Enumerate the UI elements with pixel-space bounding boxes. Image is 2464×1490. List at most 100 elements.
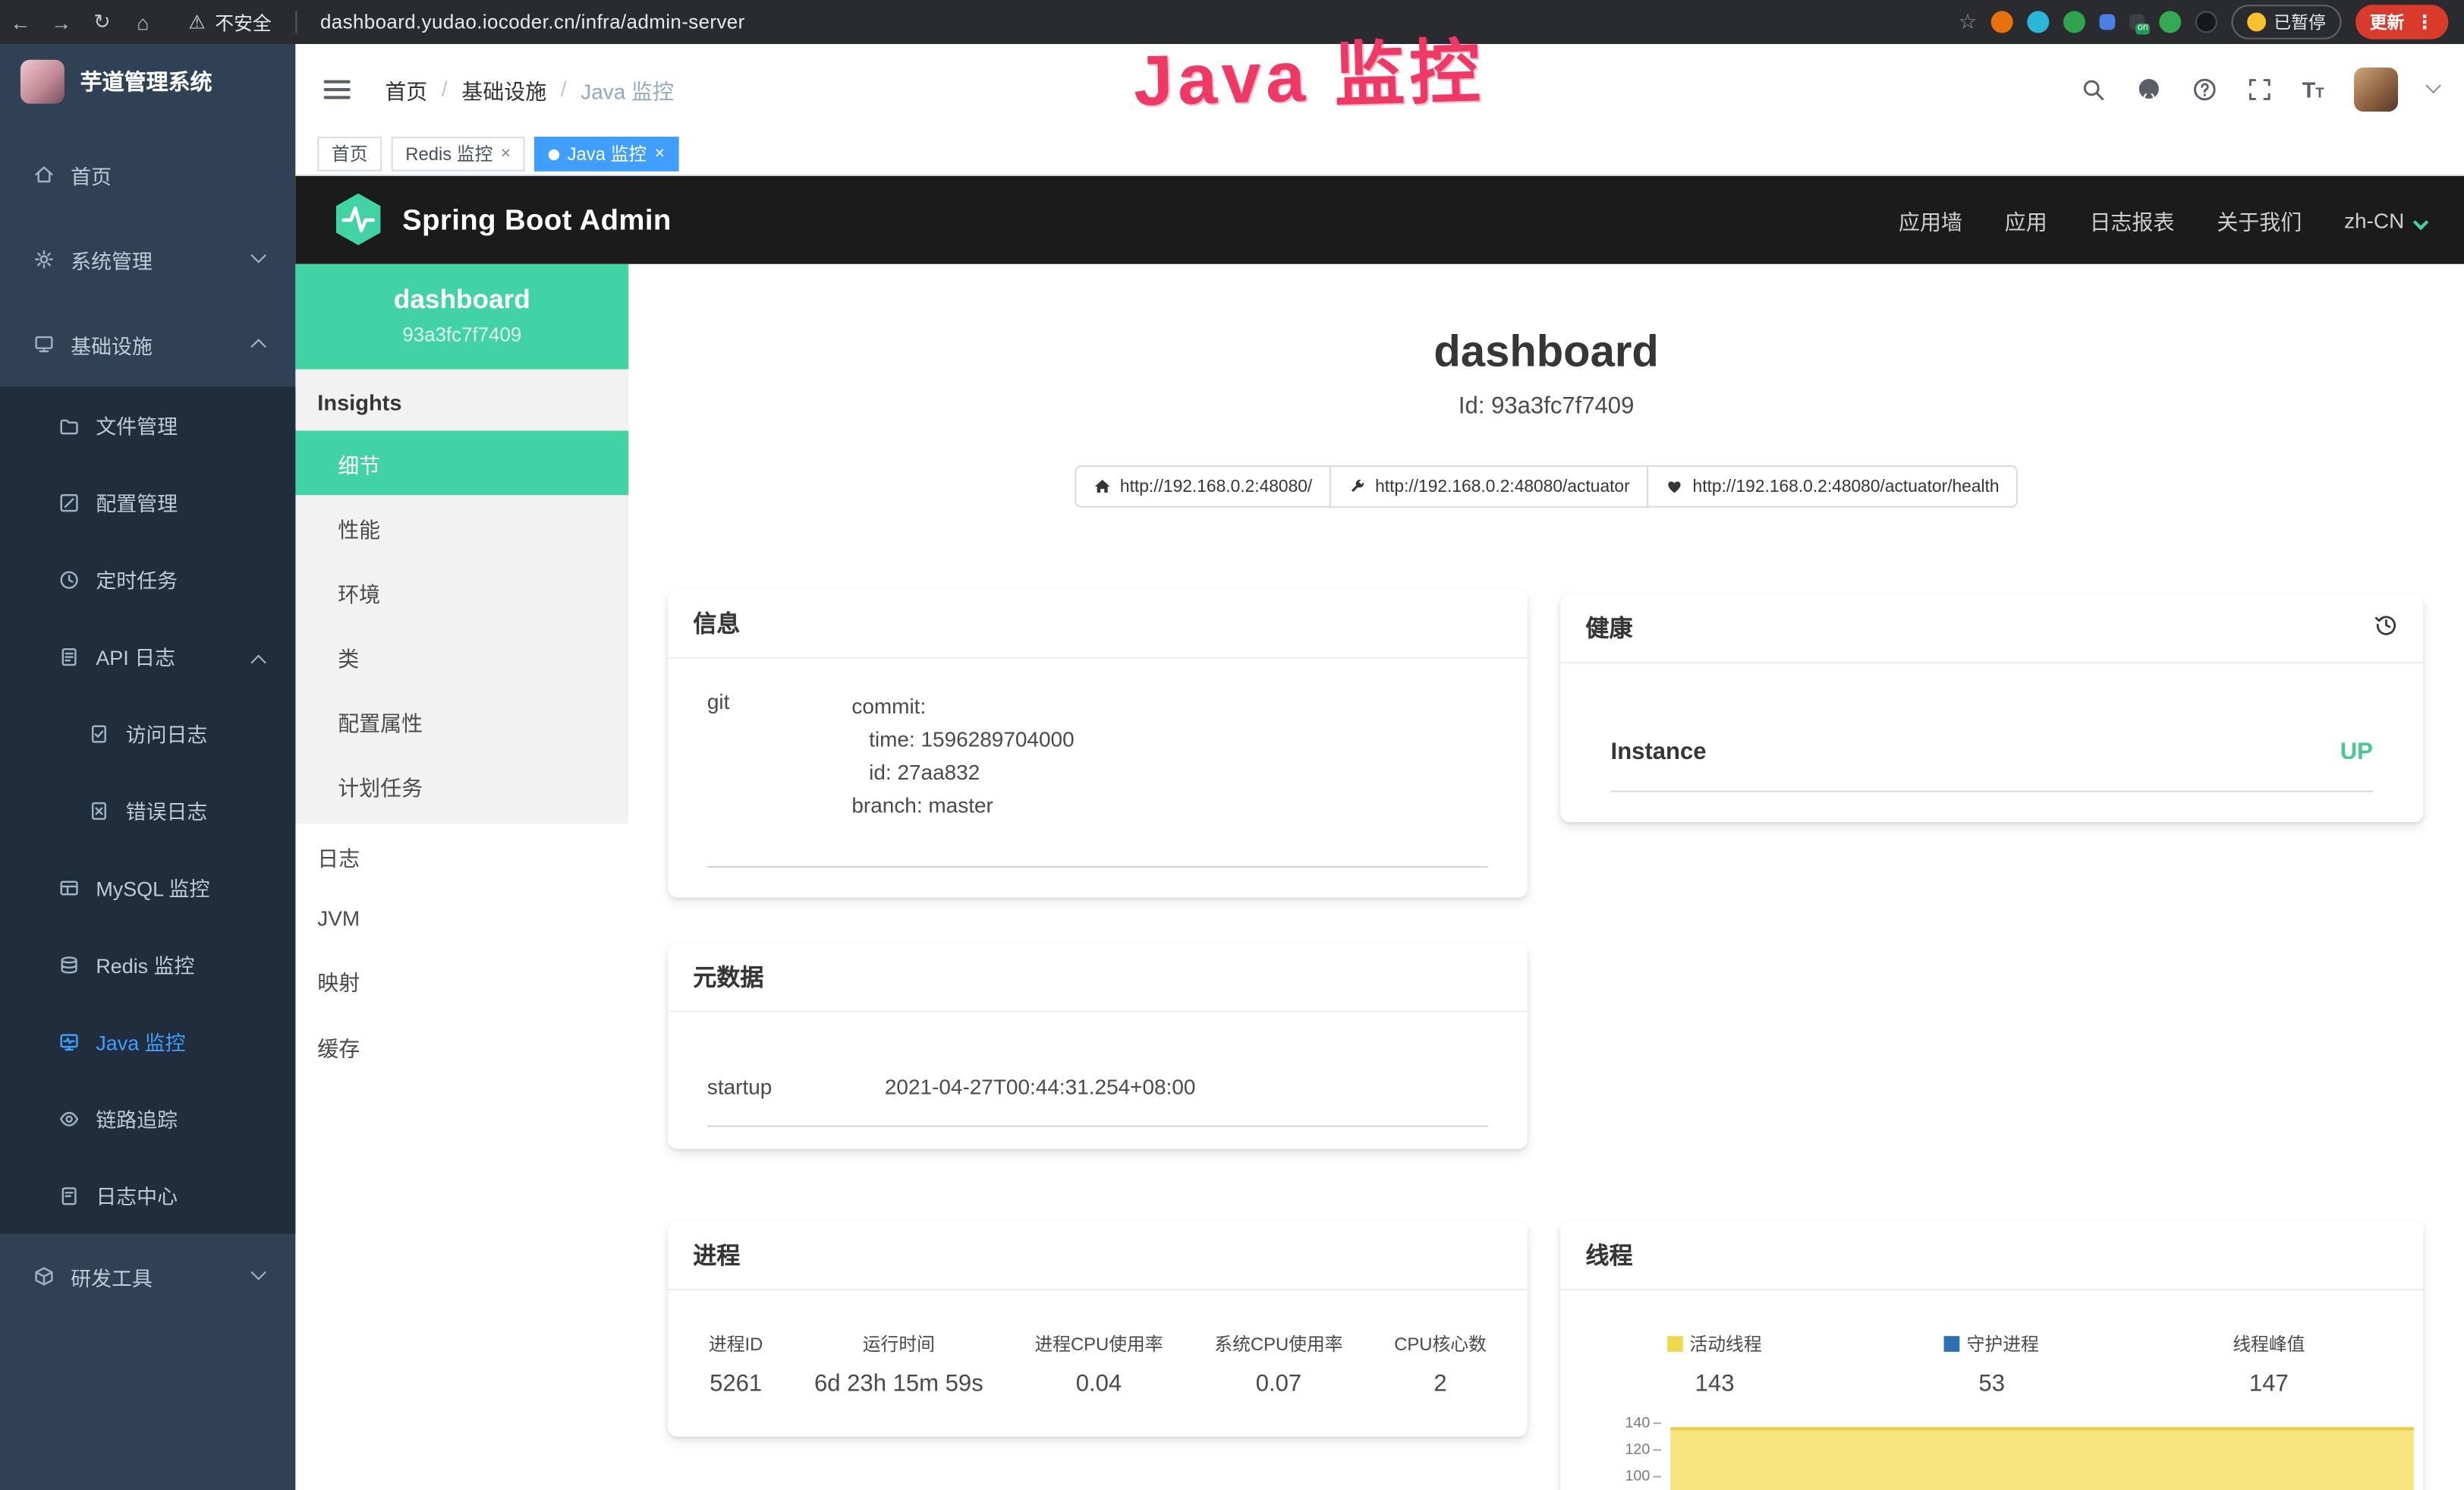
menu-item-details[interactable]: 细节 — [295, 430, 628, 495]
sba-nav-journal[interactable]: 日志报表 — [2090, 204, 2175, 235]
live-threads-area — [1670, 1427, 2413, 1490]
menu-item-performance[interactable]: 性能 — [295, 495, 628, 559]
forward-icon[interactable]: → — [41, 10, 82, 33]
tab-java-monitor[interactable]: Java 监控× — [534, 137, 678, 172]
instance-title: dashboard — [628, 327, 2464, 377]
paused-badge[interactable]: 已暂停 — [2232, 5, 2342, 39]
tags-bar: 首页 Redis 监控× Java 监控× — [295, 134, 2464, 176]
sidebar-item-tracing[interactable]: 链路追踪 — [0, 1080, 295, 1157]
process-metrics: 进程ID 5261 运行时间 6d 23h 15m 59s 进程CPU使用率 0… — [668, 1290, 1528, 1397]
sidebar-item-error-log[interactable]: 错误日志 — [0, 772, 295, 849]
extension-icon-spider[interactable] — [2195, 11, 2217, 33]
breadcrumb-infra[interactable]: 基础设施 — [461, 73, 546, 104]
sidebar-item-home[interactable]: 首页 — [0, 132, 295, 217]
menu-item-logs[interactable]: 日志 — [295, 824, 628, 890]
logo-avatar — [20, 60, 65, 104]
sidebar-item-java-monitor[interactable]: Java 监控 — [0, 1003, 295, 1079]
header-actions: TT — [2081, 67, 2464, 111]
github-icon[interactable] — [2135, 75, 2162, 102]
sidebar-item-infrastructure[interactable]: 基础设施 — [0, 302, 295, 387]
extension-icon-teal[interactable] — [2027, 11, 2049, 33]
screenshot-stage: ← → ↻ ⌂ ⚠ 不安全 dashboard.yudao.iocoder.cn… — [0, 0, 2464, 1490]
sidebar-item-mysql-monitor[interactable]: MySQL 监控 — [0, 849, 295, 925]
sba-nav-applications[interactable]: 应用 — [2005, 204, 2047, 235]
browser-actions: ☆ on 已暂停 更新⋮ — [1959, 5, 2464, 39]
menu-item-environment[interactable]: 环境 — [295, 559, 628, 624]
app-logo[interactable]: 芋道管理系统 — [0, 44, 295, 119]
url-text[interactable]: dashboard.yudao.iocoder.cn/infra/admin-s… — [320, 11, 745, 33]
security-label[interactable]: 不安全 — [215, 8, 272, 35]
sidebar-item-scheduled-jobs[interactable]: 定时任务 — [0, 540, 295, 617]
sba-locale-select[interactable]: zh-CN — [2344, 208, 2426, 232]
sba-main: dashboard Id: 93a3fc7f7409 http://192.16… — [628, 264, 2464, 1490]
active-dot — [549, 149, 559, 159]
search-icon[interactable] — [2081, 76, 2106, 101]
menu-item-classes[interactable]: 类 — [295, 624, 628, 688]
menu-item-jvm[interactable]: JVM — [295, 890, 628, 948]
avatar-caret-icon[interactable] — [2425, 78, 2440, 93]
sidebar-item-api-log[interactable]: API 日志 — [0, 618, 295, 695]
tab-redis-monitor[interactable]: Redis 监控× — [392, 137, 525, 172]
sidebar-item-redis-monitor[interactable]: Redis 监控 — [0, 926, 295, 1003]
update-button[interactable]: 更新⋮ — [2355, 5, 2448, 39]
sidebar-item-system-mgmt[interactable]: 系统管理 — [0, 217, 295, 302]
instance-header[interactable]: dashboard 93a3fc7f7409 — [295, 264, 628, 370]
close-icon[interactable]: × — [501, 145, 511, 164]
menu-item-scheduled-tasks[interactable]: 计划任务 — [295, 753, 628, 817]
sidebar-item-dev-tools[interactable]: 研发工具 — [0, 1234, 295, 1319]
home-icon[interactable]: ⌂ — [123, 10, 164, 33]
tab-home[interactable]: 首页 — [317, 137, 382, 172]
metric-process-cpu: 进程CPU使用率 0.04 — [1034, 1331, 1163, 1397]
threads-card: 线程 活动线程 143 守护进程 53 线程峰值 147 — [1560, 1221, 2423, 1490]
service-url-button[interactable]: http://192.168.0.2:48080/ — [1075, 465, 1331, 508]
info-value: commit: time: 1596289704000 id: 27aa832 … — [851, 690, 1074, 822]
actuator-url-button[interactable]: http://192.168.0.2:48080/actuator — [1330, 465, 1649, 508]
metadata-value: 2021-04-27T00:44:31.254+08:00 — [885, 1075, 1196, 1098]
health-url-button[interactable]: http://192.168.0.2:48080/actuator/health — [1647, 465, 2018, 508]
sba-logo-icon — [333, 192, 383, 249]
font-size-icon[interactable]: TT — [2302, 76, 2324, 101]
sba-nav-wall[interactable]: 应用墙 — [1899, 204, 1962, 235]
extension-icon-dark[interactable]: on — [2129, 14, 2145, 30]
bookmark-star-icon[interactable]: ☆ — [1959, 9, 1977, 34]
sba-nav-about[interactable]: 关于我们 — [2217, 204, 2302, 235]
health-instance-row[interactable]: Instance UP — [1611, 739, 2373, 792]
sidebar-item-access-log[interactable]: 访问日志 — [0, 695, 295, 771]
gear-icon — [33, 248, 55, 270]
sba-brand[interactable]: Spring Boot Admin — [333, 192, 672, 249]
hamburger-icon[interactable] — [324, 74, 351, 102]
omnibox[interactable]: ⚠ 不安全 dashboard.yudao.iocoder.cn/infra/a… — [188, 8, 744, 35]
close-icon[interactable]: × — [655, 145, 665, 164]
fullscreen-icon[interactable] — [2247, 76, 2272, 101]
database-icon — [58, 953, 80, 975]
menu-item-caches[interactable]: 缓存 — [295, 1014, 628, 1080]
sidebar-item-file-mgmt[interactable]: 文件管理 — [0, 386, 295, 463]
instance-links: http://192.168.0.2:48080/ http://192.168… — [628, 465, 2464, 508]
threads-card-title: 线程 — [1560, 1221, 2423, 1290]
extension-icon-blue-grid[interactable] — [2100, 14, 2116, 30]
sidebar-item-config-mgmt[interactable]: 配置管理 — [0, 464, 295, 540]
chevron-down-icon — [250, 247, 266, 263]
home-icon — [1094, 478, 1111, 496]
help-icon[interactable] — [2192, 76, 2217, 101]
log-center-icon — [58, 1184, 80, 1206]
chevron-down-icon — [250, 1265, 266, 1280]
kebab-menu-icon[interactable]: ⋮ — [2415, 11, 2434, 33]
user-avatar[interactable] — [2354, 67, 2398, 111]
menu-item-config-props[interactable]: 配置属性 — [295, 688, 628, 753]
menu-item-mappings[interactable]: 映射 — [295, 948, 628, 1014]
insights-section-label: Insights — [295, 370, 628, 431]
sidebar-item-log-center[interactable]: 日志中心 — [0, 1157, 295, 1233]
reload-icon[interactable]: ↻ — [82, 9, 123, 34]
history-icon[interactable] — [2374, 613, 2398, 643]
extension-icon-leaf[interactable] — [2159, 11, 2181, 33]
wrench-icon — [1348, 478, 1366, 496]
health-card-title: 健康 — [1585, 612, 1632, 644]
extension-icon-orange[interactable] — [1991, 11, 2013, 33]
back-icon[interactable]: ← — [0, 10, 41, 33]
breadcrumb-home[interactable]: 首页 — [385, 73, 427, 104]
health-instance-label: Instance — [1611, 739, 1707, 765]
metric-daemon-threads: 守护进程 53 — [1853, 1331, 2130, 1397]
extension-icon-green[interactable] — [2063, 11, 2085, 33]
legend-yellow-icon — [1667, 1336, 1683, 1352]
